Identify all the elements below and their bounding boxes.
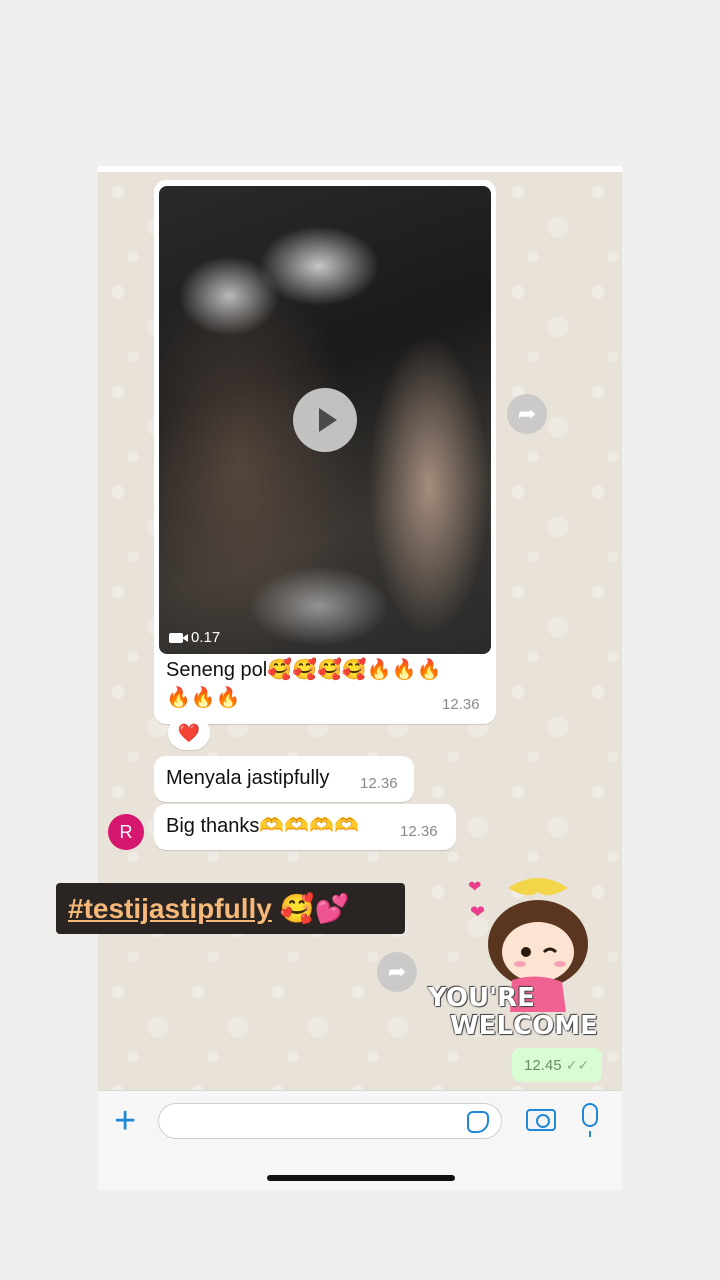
video-message-bubble[interactable]: 0.17 Seneng pol🥰🥰🥰🥰🔥🔥🔥 🔥🔥🔥 12.36 — [154, 180, 496, 724]
message-time: 12.36 — [400, 823, 438, 840]
message-time: 12.36 — [360, 775, 398, 792]
message-bubble[interactable]: Menyala jastipfully 12.36 — [154, 756, 414, 802]
avatar[interactable]: R — [108, 814, 144, 850]
hashtag-text: #testijastipfully — [68, 893, 272, 924]
message-time: 12.36 — [442, 696, 480, 713]
home-indicator — [267, 1175, 455, 1181]
play-icon[interactable] — [293, 388, 357, 452]
svg-text:❤: ❤ — [468, 879, 481, 896]
video-camera-icon — [169, 633, 188, 643]
chat-background: 0.17 Seneng pol🥰🥰🥰🥰🔥🔥🔥 🔥🔥🔥 12.36 ❤️ ➦ Me… — [98, 172, 622, 1090]
hashtag-overlay: #testijastipfully 🥰💕 — [56, 883, 405, 934]
video-thumbnail[interactable]: 0.17 — [159, 186, 491, 654]
sticker-text-line2: WELCOME — [450, 1011, 598, 1041]
outgoing-time: 12.45 ✓✓ — [512, 1048, 602, 1082]
video-caption-line2: 🔥🔥🔥 — [166, 687, 241, 709]
heart-reaction[interactable]: ❤️ — [168, 716, 210, 750]
camera-icon[interactable] — [526, 1109, 556, 1131]
input-bar: + — [98, 1090, 622, 1190]
chat-screen: 0.17 Seneng pol🥰🥰🥰🥰🔥🔥🔥 🔥🔥🔥 12.36 ❤️ ➦ Me… — [98, 166, 622, 1190]
sticker-text: YOU'RE WELCOME — [428, 984, 604, 1044]
message-text: Big thanks🫶🫶🫶🫶 — [166, 815, 359, 837]
message-input[interactable] — [158, 1103, 502, 1139]
sticker-icon[interactable] — [467, 1111, 489, 1133]
svg-text:❤: ❤ — [470, 902, 485, 922]
message-text: Menyala jastipfully — [166, 767, 330, 789]
forward-arrow-icon[interactable]: ➦ — [507, 394, 547, 434]
message-bubble[interactable]: Big thanks🫶🫶🫶🫶 12.36 — [154, 804, 456, 850]
plus-icon[interactable]: + — [114, 1101, 136, 1141]
video-duration: 0.17 — [191, 629, 221, 646]
video-caption-line1: Seneng pol🥰🥰🥰🥰🔥🔥🔥 — [166, 659, 442, 681]
forward-arrow-icon[interactable]: ➦ — [377, 952, 417, 992]
outgoing-time-text: 12.45 — [524, 1057, 562, 1074]
double-check-icon: ✓✓ — [565, 1057, 590, 1073]
hashtag-emoji: 🥰💕 — [279, 893, 350, 924]
microphone-icon[interactable] — [582, 1103, 598, 1137]
sticker-text-line1: YOU'RE — [428, 983, 535, 1013]
